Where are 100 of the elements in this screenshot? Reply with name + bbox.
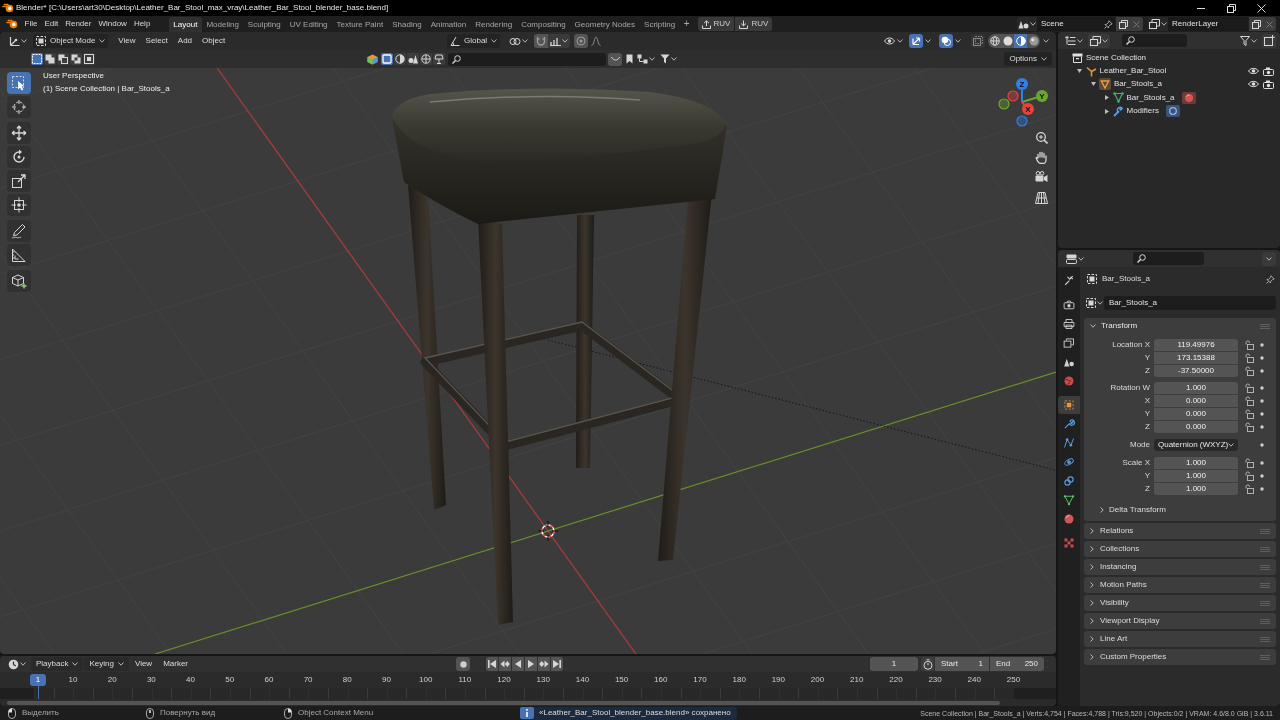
workspace-tab[interactable]: Compositing — [516, 17, 571, 32]
drag-handle-icon[interactable] — [1260, 618, 1270, 624]
menu-item[interactable]: Edit — [40, 17, 62, 31]
menu-item[interactable]: File — [21, 17, 41, 31]
number-field[interactable]: -37.50000 — [1154, 364, 1238, 377]
keyframe-dot-icon[interactable] — [1260, 460, 1264, 465]
outliner-item[interactable]: Bar_Stools_a — [1126, 93, 1175, 102]
keyframe-dot-icon[interactable] — [1260, 425, 1264, 429]
drag-handle-icon[interactable] — [1260, 323, 1270, 329]
drag-handle-icon[interactable] — [1260, 600, 1270, 606]
properties-options-button[interactable] — [1262, 251, 1276, 266]
menu-item[interactable]: Render — [61, 17, 95, 31]
editor-type-button[interactable] — [7, 657, 27, 671]
play-button[interactable] — [525, 657, 537, 671]
view-layer-name-field[interactable]: RenderLayer — [1168, 17, 1248, 31]
filter-dropdown[interactable] — [659, 52, 678, 66]
number-field[interactable]: 0.000 — [1154, 421, 1238, 433]
tool-button[interactable] — [7, 244, 31, 266]
workspace-tab[interactable]: Shading — [387, 17, 427, 32]
new-collection-button[interactable] — [1262, 33, 1276, 48]
options-dropdown[interactable]: Options — [1004, 52, 1052, 66]
tool-button[interactable] — [7, 96, 31, 118]
keyframe-dot-icon[interactable] — [1260, 386, 1264, 390]
next-keyframe-button[interactable] — [538, 657, 550, 671]
object-filter-button[interactable] — [394, 53, 406, 65]
outliner-item[interactable]: Modifiers — [1126, 107, 1159, 116]
pin-button[interactable] — [1101, 17, 1115, 31]
tool-button[interactable] — [7, 170, 31, 192]
object-filter-button[interactable] — [433, 53, 445, 65]
outliner-item[interactable]: Bar_Stools_a — [1114, 80, 1163, 89]
start-frame-field[interactable]: Start 1 — [935, 657, 989, 671]
gizmo-toggle[interactable] — [909, 34, 923, 48]
mode-dropdown[interactable]: Object Mode — [33, 34, 109, 48]
tool-button[interactable] — [7, 146, 31, 168]
restrict-dropdown[interactable] — [608, 52, 622, 66]
visibility-dropdown[interactable] — [882, 34, 905, 48]
lock-icon[interactable] — [1245, 396, 1254, 406]
view-layer-browse-button[interactable] — [1148, 17, 1168, 31]
keyframe-dot-icon[interactable] — [1260, 473, 1264, 478]
drag-handle-icon[interactable] — [1260, 528, 1270, 534]
number-field[interactable]: 1.000 — [1154, 469, 1238, 482]
shading-mode-button[interactable] — [988, 34, 1001, 48]
gizmo-axis-button[interactable]: Z — [1016, 78, 1028, 103]
subpanel-header[interactable]: Delta Transform — [1100, 503, 1166, 517]
lock-icon[interactable] — [1245, 470, 1254, 481]
overlays-toggle[interactable] — [939, 34, 953, 48]
auto-keying-toggle[interactable] — [456, 657, 470, 671]
drag-handle-icon[interactable] — [1260, 546, 1270, 552]
scrollbar[interactable] — [7, 700, 1000, 705]
menu-item[interactable]: Window — [94, 17, 131, 31]
drag-handle-icon[interactable] — [1260, 636, 1270, 642]
datablock-dropdown[interactable] — [1084, 296, 1104, 310]
end-frame-field[interactable]: End 250 — [990, 657, 1044, 671]
new-view-layer-button[interactable] — [1249, 17, 1263, 31]
workspace-tab[interactable]: Texture Paint — [332, 17, 388, 32]
number-field[interactable]: 0.000 — [1154, 395, 1238, 407]
drag-handle-icon[interactable] — [1260, 654, 1270, 660]
panel-header[interactable]: Viewport Display — [1084, 613, 1276, 629]
tool-button[interactable] — [7, 122, 31, 144]
snap-toggle[interactable] — [534, 34, 549, 48]
tool-button[interactable] — [7, 72, 31, 94]
render-toggle[interactable] — [1262, 65, 1274, 78]
drag-handle-icon[interactable] — [1260, 582, 1270, 588]
3d-viewport[interactable]: User Perspective (1) Scene Collection | Bar_Stools_a Z Y X — [0, 68, 1056, 654]
outliner-item[interactable]: Scene Collection — [1086, 53, 1147, 62]
keyframe-dot-icon[interactable] — [1260, 399, 1264, 403]
current-frame-field[interactable]: 1 — [870, 657, 918, 671]
keyframe-dot-icon[interactable] — [1260, 412, 1264, 416]
playhead[interactable]: 1 — [30, 674, 46, 699]
scene-browse-button[interactable] — [1017, 17, 1037, 31]
workspace-tab[interactable]: Scripting — [639, 17, 680, 32]
panel-header[interactable]: Custom Properties — [1084, 649, 1276, 665]
shading-mode-button[interactable] — [1014, 34, 1027, 48]
editor-type-button[interactable] — [7, 34, 28, 48]
panel-header[interactable]: Transform — [1090, 319, 1138, 333]
shading-mode-button[interactable] — [1027, 34, 1040, 48]
menu-item[interactable]: View — [113, 34, 141, 48]
panel-header[interactable]: Motion Paths — [1084, 577, 1276, 593]
object-filter-button[interactable] — [407, 53, 419, 65]
new-scene-button[interactable] — [1116, 17, 1130, 31]
object-name-field[interactable]: Bar_Stools_a — [1104, 296, 1276, 310]
gizmo-axis-button[interactable] — [1007, 90, 1019, 102]
lock-icon[interactable] — [1245, 457, 1254, 468]
panel-header[interactable]: Line Art — [1084, 631, 1276, 647]
search-field[interactable] — [448, 52, 606, 66]
blender-menu-button[interactable] — [5, 17, 19, 31]
xray-toggle[interactable] — [971, 34, 985, 48]
gizmo-axis-button[interactable] — [1016, 115, 1028, 127]
menu-item[interactable]: View — [129, 657, 158, 671]
workspace-tab[interactable]: UV Editing — [285, 17, 333, 32]
addon-button[interactable]: RUV — [735, 17, 773, 31]
keyframe-dot-icon[interactable] — [1260, 342, 1264, 347]
number-field[interactable]: 1.000 — [1154, 382, 1238, 394]
selection-mode-button[interactable] — [57, 53, 69, 65]
drag-handle-icon[interactable] — [1260, 564, 1270, 570]
dropdown-field[interactable]: Quaternion (WXYZ) — [1154, 438, 1238, 451]
timeline-track[interactable] — [0, 688, 1056, 699]
addon-button[interactable]: RUV — [697, 17, 735, 31]
object-filter-button[interactable] — [420, 53, 432, 65]
gizmo-axis-button[interactable]: X — [1021, 101, 1034, 115]
